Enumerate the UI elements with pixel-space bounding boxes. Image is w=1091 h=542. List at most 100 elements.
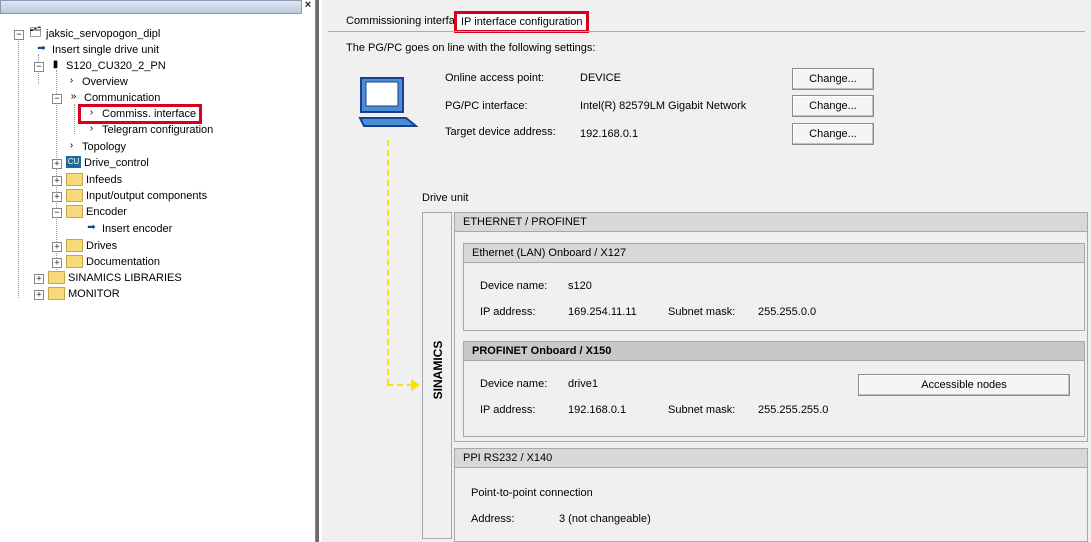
x150-header: PROFINET Onboard / X150 [464, 342, 1084, 361]
expand-icon[interactable]: + [52, 242, 62, 252]
tree-item-drives[interactable]: + Drives [52, 238, 117, 254]
x150-subnet: 255.255.255.0 [758, 404, 829, 416]
tree-item-insert-drive[interactable]: ➡ Insert single drive unit [34, 42, 159, 58]
double-chevron-icon: » [70, 91, 77, 103]
collapse-icon[interactable]: − [52, 94, 62, 104]
tree-item-telegram-config[interactable]: › Telegram configuration [84, 122, 213, 138]
tree-item-infeeds[interactable]: + Infeeds [52, 172, 122, 188]
tree-item-commiss-interface[interactable]: › Commiss. interface [78, 104, 203, 124]
expand-icon[interactable]: + [52, 159, 62, 169]
x127-device-name-label: Device name: [480, 280, 548, 292]
tree-item-label: Topology [82, 141, 127, 153]
chevron-right-icon: › [69, 75, 74, 87]
folder-icon [66, 238, 83, 252]
x140-group: PPI RS232 / X140 Point-to-point connecti… [454, 448, 1088, 542]
tree-item-documentation[interactable]: + Documentation [52, 254, 160, 270]
x150-subnet-label: Subnet mask: [668, 404, 736, 416]
x127-subnet: 255.255.0.0 [758, 306, 817, 318]
collapse-icon[interactable]: − [34, 62, 44, 72]
insert-icon: ➡ [87, 222, 96, 234]
target-address-value: 192.168.0.1 [580, 128, 639, 140]
sinamics-side-label-box: SINAMICS [422, 212, 452, 539]
chevron-right-icon: › [89, 123, 94, 135]
change-access-point-button[interactable]: Change... [792, 68, 874, 90]
x150-ip: 192.168.0.1 [568, 404, 627, 416]
x127-ip-label: IP address: [480, 306, 536, 318]
x127-subnet-label: Subnet mask: [668, 306, 736, 318]
folder-icon [66, 204, 83, 218]
tree-item-label: jaksic_servopogon_dipl [46, 28, 161, 40]
tree-item-label: Communication [84, 92, 161, 104]
folder-icon [66, 188, 83, 202]
tree-item-label: Input/output components [86, 190, 208, 202]
tree-item-overview[interactable]: › Overview [64, 74, 128, 90]
tree-item-label: Infeeds [86, 174, 123, 186]
tree-title-bar [0, 0, 302, 14]
ethernet-profinet-group: ETHERNET / PROFINET Ethernet (LAN) Onboa… [454, 212, 1088, 442]
connection-line [387, 140, 389, 385]
intro-text: The PG/PC goes on line with the followin… [346, 42, 596, 54]
tree-item-label: Encoder [86, 206, 127, 218]
change-pgpc-interface-button[interactable]: Change... [792, 95, 874, 117]
tree-item-monitor[interactable]: + MONITOR [34, 286, 120, 302]
x127-ip: 169.254.11.11 [568, 306, 637, 318]
folder-icon [66, 254, 83, 268]
project-icon: 🗂 [29, 27, 42, 39]
x140-header: PPI RS232 / X140 [455, 449, 1087, 468]
x127-group: Ethernet (LAN) Onboard / X127 Device nam… [463, 243, 1085, 331]
online-access-point-label: Online access point: [445, 72, 545, 84]
computer-icon [358, 77, 418, 127]
config-panel: Commissioning interfaces IP interface co… [322, 0, 1091, 542]
tree-item-insert-encoder[interactable]: ➡ Insert encoder [84, 221, 172, 237]
arrow-right-icon [411, 379, 420, 391]
cu-icon: CU [66, 156, 81, 169]
online-access-point-value: DEVICE [580, 72, 621, 84]
expand-icon[interactable]: + [34, 290, 44, 300]
chevron-right-icon: › [69, 140, 74, 152]
tree-item-label: SINAMICS LIBRARIES [68, 272, 182, 284]
x127-header: Ethernet (LAN) Onboard / X127 [464, 244, 1084, 263]
tree-item-s120[interactable]: − ▮ S120_CU320_2_PN [34, 58, 166, 74]
pgpc-interface-value: Intel(R) 82579LM Gigabit Network [580, 100, 747, 112]
expand-icon[interactable]: + [52, 192, 62, 202]
accessible-nodes-button[interactable]: Accessible nodes [858, 374, 1070, 396]
x140-address: 3 (not changeable) [559, 513, 651, 525]
expand-icon[interactable]: + [34, 274, 44, 284]
x150-group: PROFINET Onboard / X150 Device name: dri… [463, 341, 1085, 437]
tree-item-sinamics-libraries[interactable]: + SINAMICS LIBRARIES [34, 270, 182, 286]
tab-divider [328, 31, 1085, 32]
collapse-icon[interactable]: − [52, 208, 62, 218]
x150-device-name-label: Device name: [480, 378, 548, 390]
tree-item-label: MONITOR [68, 288, 120, 300]
tree-item-io-components[interactable]: + Input/output components [52, 188, 207, 204]
x140-address-label: Address: [471, 513, 515, 525]
tab-ip-interface-configuration[interactable]: IP interface configuration [454, 11, 590, 33]
tree-item-label: Commiss. interface [102, 108, 197, 120]
tree-item-drive-control[interactable]: + CU Drive_control [52, 155, 149, 171]
drive-unit-icon: ▮ [52, 59, 59, 71]
insert-icon: ➡ [37, 43, 46, 55]
expand-icon[interactable]: + [52, 176, 62, 186]
collapse-icon[interactable]: − [14, 30, 24, 40]
close-icon[interactable]: × [302, 0, 314, 11]
tree-item-label: Insert encoder [102, 223, 173, 235]
tree-item-label: Insert single drive unit [52, 44, 159, 56]
tree-item-label: Drives [86, 240, 118, 252]
tree-item-topology[interactable]: › Topology [64, 139, 126, 155]
tree-item-root[interactable]: − 🗂 jaksic_servopogon_dipl [14, 26, 160, 42]
x150-ip-label: IP address: [480, 404, 536, 416]
sinamics-label: SINAMICS [431, 340, 445, 400]
change-target-address-button[interactable]: Change... [792, 123, 874, 145]
tree-item-encoder[interactable]: − Encoder [52, 204, 127, 220]
tree-item-label: Documentation [86, 256, 160, 268]
panel-splitter[interactable] [316, 0, 319, 542]
project-tree-panel: × − 🗂 jaksic_servopogon_dipl ➡ Insert sing… [0, 0, 316, 542]
x150-device-name: drive1 [568, 378, 598, 390]
x140-connection-text: Point-to-point connection [471, 487, 593, 499]
tree-item-label: Telegram configuration [102, 124, 214, 136]
chevron-right-icon: › [89, 107, 94, 119]
drive-unit-label: Drive unit [422, 192, 469, 204]
expand-icon[interactable]: + [52, 258, 62, 268]
tree-item-label: S120_CU320_2_PN [66, 60, 166, 72]
connection-line [387, 384, 413, 386]
